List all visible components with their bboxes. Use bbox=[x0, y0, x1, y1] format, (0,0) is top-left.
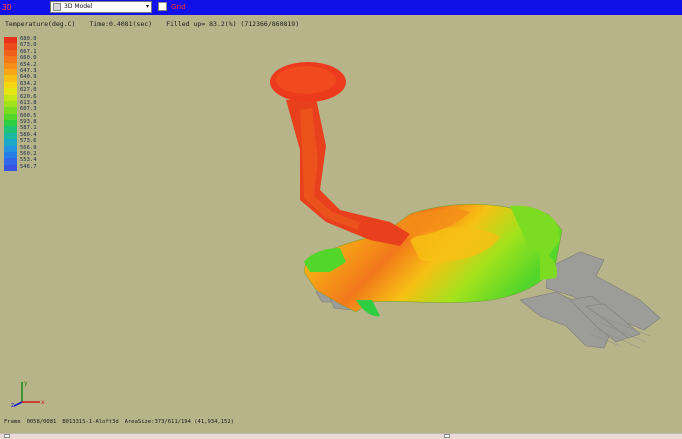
frame-status: Frame 0058/0081 B01331S-1-Aloft3d AreaSize:… bbox=[4, 419, 240, 425]
bottom-checkbox-left[interactable] bbox=[4, 434, 10, 438]
casting-model-view[interactable] bbox=[0, 0, 682, 438]
frame-label: Frame bbox=[4, 419, 21, 425]
axis-z-line bbox=[13, 401, 23, 407]
frame-counts: 0058/0081 bbox=[26, 419, 57, 425]
axis-z-label: z bbox=[11, 402, 14, 408]
sprue-stream bbox=[270, 62, 410, 246]
bottom-checkbox-right[interactable] bbox=[444, 434, 450, 438]
axis-y-label: y bbox=[24, 380, 28, 387]
axis-x-label: x bbox=[41, 399, 45, 406]
file-name: B01331S-1-Aloft3d bbox=[62, 419, 119, 425]
axis-triad: y x z bbox=[11, 380, 45, 408]
area-size: AreaSize:373/611/194 (41,934,152) bbox=[124, 419, 234, 425]
bottom-panel-strip bbox=[0, 433, 682, 439]
